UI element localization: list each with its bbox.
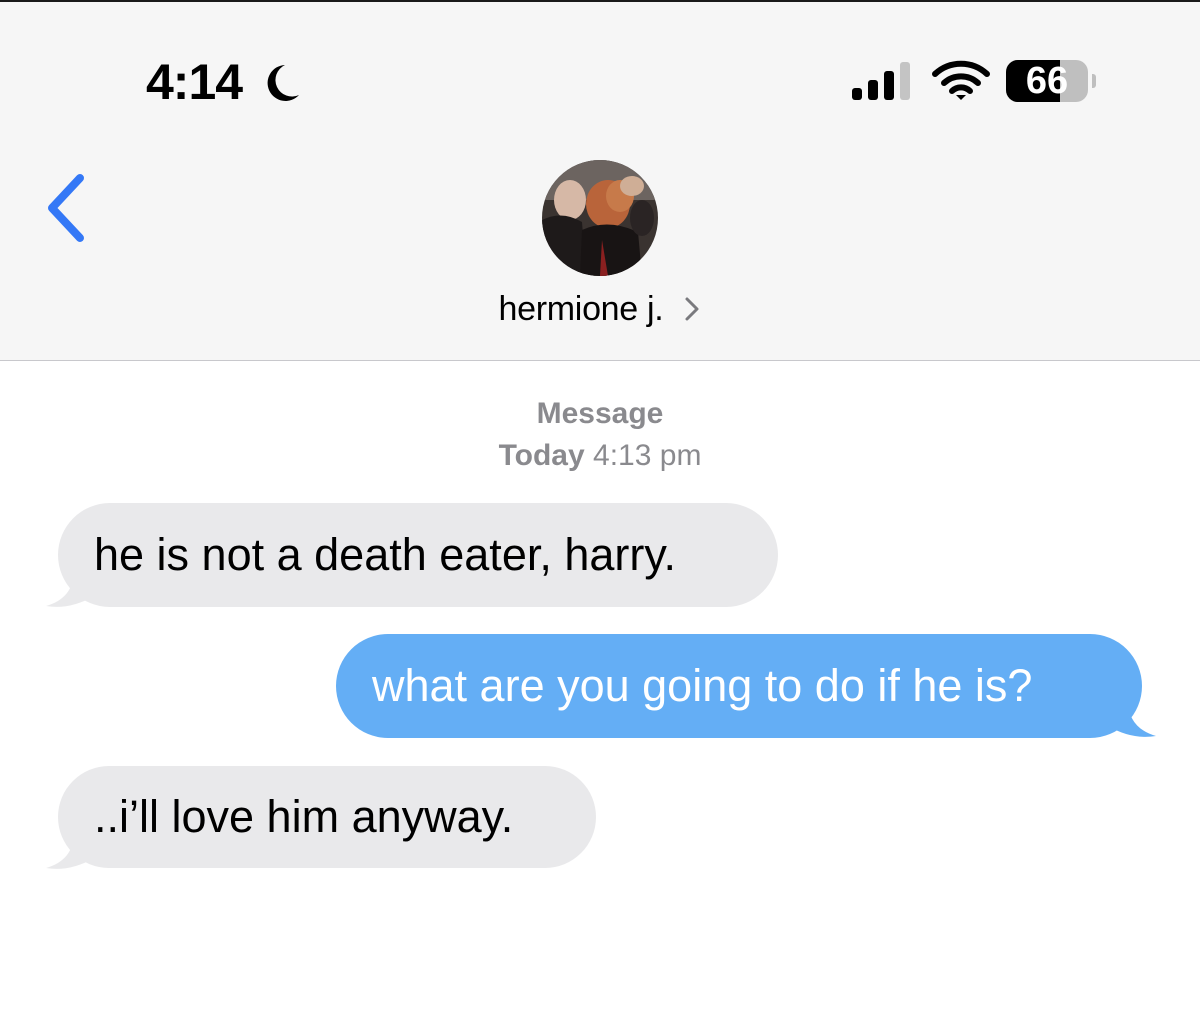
message-bubble-incoming[interactable]: he is not a death eater, harry. [58, 503, 778, 607]
status-time: 4:14 [146, 54, 243, 110]
message-bubble-outgoing[interactable]: what are you going to do if he is? [336, 634, 1142, 738]
contact-photo [542, 160, 658, 276]
contact-name: hermione j. [498, 289, 664, 328]
timestamp-day: Today [498, 439, 585, 472]
chevron-left-icon [48, 174, 84, 242]
header-divider [0, 360, 1200, 361]
cellular-signal-icon [852, 62, 910, 100]
timestamp-time: 4:13 pm [593, 439, 702, 472]
wifi-icon [932, 60, 990, 100]
message-text: what are you going to do if he is? [372, 660, 1033, 711]
battery-icon: 66 [1006, 60, 1096, 102]
moon-icon [267, 65, 299, 101]
back-button[interactable] [40, 170, 100, 246]
bubble-tail [46, 570, 94, 607]
service-label: Message [536, 397, 664, 430]
bubble-tail [46, 832, 94, 869]
battery-percentage: 66 [1025, 60, 1069, 102]
avatar[interactable] [542, 160, 658, 276]
thread-timestamp: Message Today 4:13 pm [0, 393, 1200, 477]
chevron-right-icon [685, 297, 699, 321]
bubble-tail [1108, 700, 1156, 737]
contact-details-button[interactable]: hermione j. [460, 284, 740, 334]
message-text: ..i’ll love him anyway. [94, 791, 514, 842]
message-text: he is not a death eater, harry. [94, 529, 677, 580]
message-bubble-incoming[interactable]: ..i’ll love him anyway. [58, 766, 596, 868]
